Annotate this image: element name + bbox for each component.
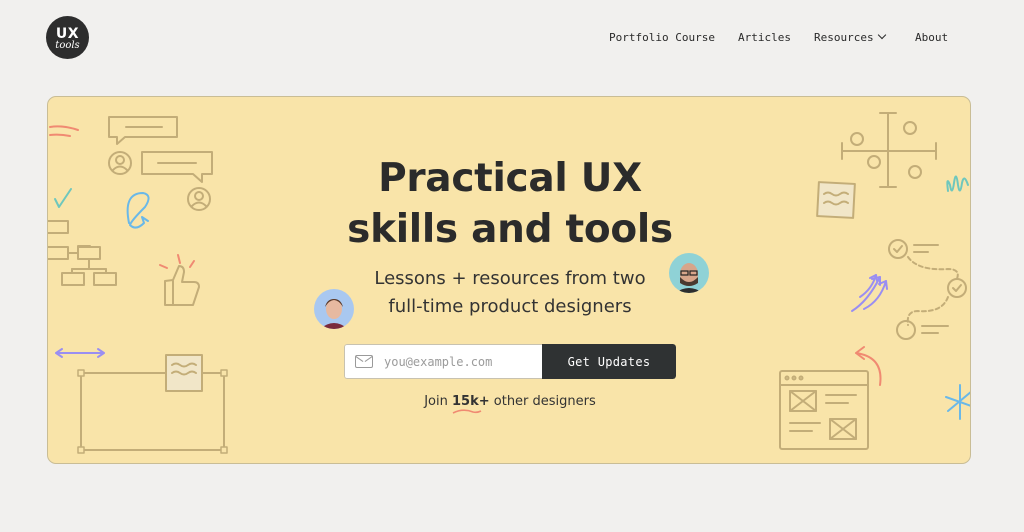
join-count-value: 15k+: [451, 394, 490, 409]
nav-articles[interactable]: Articles: [738, 31, 791, 44]
hero-title: Practical UX skills and tools: [48, 153, 970, 255]
hero-subtitle: Lessons + resources from two full-time p…: [48, 265, 970, 321]
join-text: Join 15k+ other designers: [48, 394, 970, 414]
chat-bubble-icon: [108, 116, 178, 145]
uxtools-logo[interactable]: UX tools: [46, 16, 89, 59]
join-prefix: Join: [424, 394, 448, 409]
coral-lines-icon: [49, 125, 79, 137]
browser-window-icon: [779, 370, 869, 450]
nav-resources-label: Resources: [814, 31, 874, 44]
underline-squiggle: [452, 409, 482, 414]
join-suffix: other designers: [493, 394, 596, 409]
hero-title-line2: skills and tools: [347, 207, 673, 252]
mail-icon: [355, 355, 373, 368]
get-updates-button[interactable]: Get Updates: [542, 344, 676, 379]
join-count: 15k+: [451, 394, 490, 414]
logo-text-tools: tools: [55, 39, 80, 51]
hero-subtitle-line1: Lessons + resources from two: [374, 268, 646, 289]
nav-resources[interactable]: Resources: [814, 30, 886, 44]
chevron-down-icon: [877, 30, 886, 40]
logo-text-ux: UX: [55, 25, 80, 42]
email-field-wrapper[interactable]: [344, 344, 542, 379]
hero-subtitle-line2: full-time product designers: [388, 296, 632, 317]
sticky-note-icon: [165, 354, 203, 392]
double-arrow-icon: [55, 348, 105, 358]
hero-card: Practical UX skills and tools Lessons + …: [47, 96, 971, 464]
nav-portfolio-course[interactable]: Portfolio Course: [609, 31, 715, 44]
email-input[interactable]: [382, 353, 536, 370]
signup-form: Get Updates: [344, 344, 676, 379]
nav-about[interactable]: About: [915, 31, 948, 44]
selection-handles: [77, 369, 228, 454]
hero-title-line1: Practical UX: [378, 156, 642, 201]
